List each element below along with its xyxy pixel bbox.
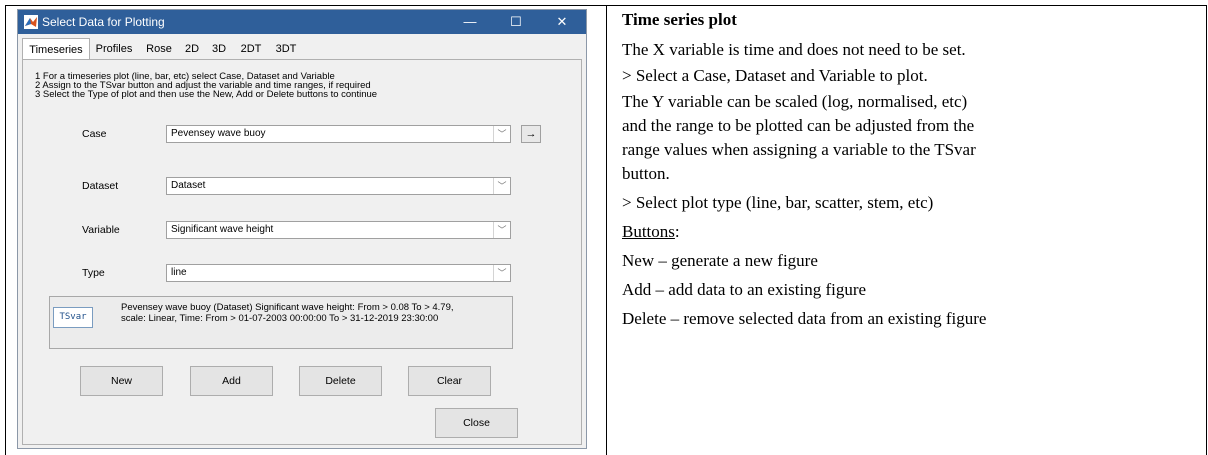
chevron-down-icon: ﹀ [493,222,510,238]
title-bar: Select Data for Plotting — ☐ ✕ [18,10,586,34]
select-data-dialog: Select Data for Plotting — ☐ ✕ Timeserie… [17,9,587,449]
tab-3d[interactable]: 3D [206,40,232,59]
button-description: New – generate a new figure [622,251,818,270]
description-line: > Select plot type (line, bar, scatter, … [622,193,934,212]
tab-2d[interactable]: 2D [179,40,205,59]
instruction-3: 3 Select the Type of plot and then use t… [35,89,378,100]
tsvar-description-line1: Pevensey wave buoy (Dataset) Significant… [121,302,454,313]
tab-rose[interactable]: Rose [140,40,178,59]
new-button[interactable]: New [80,366,163,396]
variable-label: Variable [82,224,120,236]
type-label: Type [82,267,105,279]
window-title: Select Data for Plotting [42,15,165,29]
description-line: range values when assigning a variable t… [622,140,976,159]
type-select[interactable]: line ﹀ [166,264,511,282]
variable-value: Significant wave height [171,224,274,235]
button-description: Add – add data to an existing figure [622,280,867,299]
tab-3dt[interactable]: 3DT [269,40,303,59]
description-line: and the range to be plotted can be adjus… [622,116,975,135]
table-border-middle [606,5,607,455]
variable-select[interactable]: Significant wave height ﹀ [166,221,511,239]
case-label: Case [82,128,107,140]
case-value: Pevensey wave buoy [171,128,266,139]
description-line: The X variable is time and does not need… [622,40,966,59]
chevron-down-icon: ﹀ [493,265,510,281]
buttons-heading: Buttons: [622,222,680,242]
add-button[interactable]: Add [190,366,273,396]
tab-timeseries[interactable]: Timeseries [22,38,90,61]
description-line: > Select a Case, Dataset and Variable to… [622,66,928,85]
case-select[interactable]: Pevensey wave buoy ﹀ [166,125,511,143]
description-heading: Time series plot [622,10,737,29]
dataset-label: Dataset [82,180,119,192]
buttons-heading-colon: : [674,222,680,241]
tab-profiles[interactable]: Profiles [90,40,138,59]
maximize-button[interactable]: ☐ [493,10,539,34]
table-border-right [1206,5,1207,455]
dataset-value: Dataset [171,180,206,191]
dataset-select[interactable]: Dataset ﹀ [166,177,511,195]
button-description: Delete – remove selected data from an ex… [622,309,987,328]
case-arrow-button[interactable]: → [521,125,541,143]
type-value: line [171,267,187,278]
timeseries-panel: 1 For a timeseries plot (line, bar, etc)… [22,59,582,445]
chevron-down-icon: ﹀ [493,178,510,194]
tsvar-button[interactable]: TSvar [53,307,93,328]
description-line: The Y variable can be scaled (log, norma… [622,92,968,111]
tsvar-description-line2: scale: Linear, Time: From > 01-07-2003 0… [121,313,439,324]
description-line: button. [622,164,670,183]
clear-button[interactable]: Clear [408,366,491,396]
buttons-heading-text: Buttons [622,222,675,241]
delete-button[interactable]: Delete [299,366,382,396]
close-window-button[interactable]: ✕ [539,10,585,34]
tab-2dt[interactable]: 2DT [234,40,268,59]
minimize-button[interactable]: — [447,10,493,34]
chevron-down-icon: ﹀ [493,126,510,142]
close-button[interactable]: Close [435,408,518,438]
table-border-left [5,5,6,455]
matlab-icon [24,15,38,29]
